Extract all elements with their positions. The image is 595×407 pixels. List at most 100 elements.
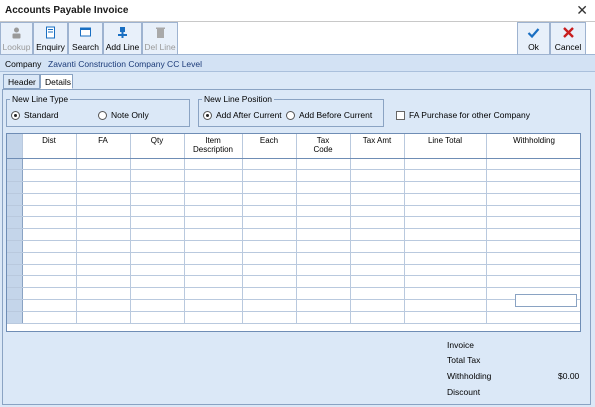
table-cell[interactable] — [130, 252, 185, 265]
table-row[interactable] — [7, 169, 580, 183]
table-cell[interactable] — [184, 216, 243, 230]
table-cell[interactable] — [130, 275, 185, 289]
table-cell[interactable] — [76, 252, 131, 265]
table-cell[interactable] — [130, 205, 185, 218]
fa-purchase-checkbox[interactable]: FA Purchase for other Company — [396, 110, 530, 120]
table-cell[interactable] — [242, 275, 297, 289]
table-cell[interactable] — [296, 287, 351, 301]
table-cell[interactable] — [242, 240, 297, 253]
table-cell[interactable] — [184, 169, 243, 183]
radio-note-only[interactable]: Note Only — [98, 110, 149, 120]
table-cell[interactable] — [404, 228, 487, 242]
table-cell[interactable] — [350, 193, 405, 206]
table-cell[interactable] — [76, 181, 131, 194]
del-line-button[interactable]: Del Line — [142, 22, 178, 55]
table-cell[interactable] — [130, 158, 185, 171]
table-cell[interactable] — [130, 287, 185, 301]
tab-details[interactable]: Details — [40, 74, 73, 89]
row-selector[interactable] — [7, 252, 23, 265]
table-cell[interactable] — [486, 228, 580, 242]
radio-standard[interactable]: Standard — [11, 110, 59, 120]
column-header[interactable]: Item Description — [184, 134, 243, 159]
table-cell[interactable] — [350, 311, 405, 324]
table-cell[interactable] — [22, 228, 77, 242]
table-cell[interactable] — [486, 205, 580, 218]
table-cell[interactable] — [76, 275, 131, 289]
table-cell[interactable] — [184, 311, 243, 324]
table-row[interactable] — [7, 287, 580, 301]
table-row[interactable] — [7, 311, 580, 324]
column-header[interactable]: Tax Amt — [350, 134, 405, 159]
table-cell[interactable] — [350, 216, 405, 230]
table-cell[interactable] — [350, 275, 405, 289]
column-header[interactable]: Line Total — [404, 134, 487, 159]
search-button[interactable]: Search — [68, 22, 103, 55]
table-cell[interactable] — [22, 264, 77, 277]
table-row[interactable] — [7, 205, 580, 218]
table-cell[interactable] — [184, 287, 243, 301]
table-cell[interactable] — [22, 311, 77, 324]
table-cell[interactable] — [130, 299, 185, 312]
table-cell[interactable] — [22, 240, 77, 253]
table-cell[interactable] — [486, 240, 580, 253]
table-cell[interactable] — [130, 169, 185, 183]
table-cell[interactable] — [404, 311, 487, 324]
row-selector[interactable] — [7, 181, 23, 194]
table-cell[interactable] — [486, 264, 580, 277]
table-cell[interactable] — [404, 169, 487, 183]
table-cell[interactable] — [184, 181, 243, 194]
table-cell[interactable] — [22, 193, 77, 206]
table-cell[interactable] — [350, 240, 405, 253]
table-cell[interactable] — [130, 216, 185, 230]
table-cell[interactable] — [296, 275, 351, 289]
table-cell[interactable] — [242, 181, 297, 194]
table-cell[interactable] — [486, 216, 580, 230]
row-selector[interactable] — [7, 287, 23, 301]
table-row[interactable] — [7, 252, 580, 265]
add-line-button[interactable]: Add Line — [103, 22, 142, 55]
table-cell[interactable] — [350, 252, 405, 265]
table-cell[interactable] — [130, 193, 185, 206]
table-cell[interactable] — [130, 240, 185, 253]
table-cell[interactable] — [242, 228, 297, 242]
column-header[interactable]: Withholding — [486, 134, 580, 159]
table-cell[interactable] — [22, 205, 77, 218]
table-cell[interactable] — [486, 169, 580, 183]
table-cell[interactable] — [76, 287, 131, 301]
table-cell[interactable] — [76, 299, 131, 312]
table-cell[interactable] — [242, 264, 297, 277]
table-cell[interactable] — [76, 158, 131, 171]
table-cell[interactable] — [296, 193, 351, 206]
table-cell[interactable] — [76, 311, 131, 324]
table-cell[interactable] — [296, 169, 351, 183]
table-cell[interactable] — [296, 158, 351, 171]
row-selector[interactable] — [7, 228, 23, 242]
row-selector[interactable] — [7, 299, 23, 312]
column-header[interactable]: FA — [76, 134, 131, 159]
table-cell[interactable] — [76, 216, 131, 230]
column-header[interactable]: Dist — [22, 134, 77, 159]
row-selector[interactable] — [7, 216, 23, 230]
table-cell[interactable] — [184, 252, 243, 265]
table-cell[interactable] — [242, 193, 297, 206]
table-cell[interactable] — [130, 311, 185, 324]
table-row[interactable] — [7, 193, 580, 206]
row-selector[interactable] — [7, 169, 23, 183]
column-header[interactable]: Tax Code — [296, 134, 351, 159]
table-cell[interactable] — [184, 158, 243, 171]
table-cell[interactable] — [22, 299, 77, 312]
table-row[interactable] — [7, 181, 580, 194]
table-cell[interactable] — [242, 205, 297, 218]
table-cell[interactable] — [296, 299, 351, 312]
table-cell[interactable] — [486, 252, 580, 265]
tab-header[interactable]: Header — [3, 74, 40, 89]
table-cell[interactable] — [296, 181, 351, 194]
table-cell[interactable] — [22, 275, 77, 289]
table-cell[interactable] — [486, 193, 580, 206]
table-cell[interactable] — [296, 252, 351, 265]
close-icon[interactable]: ✕ — [576, 2, 588, 18]
table-cell[interactable] — [76, 205, 131, 218]
table-cell[interactable] — [404, 252, 487, 265]
row-selector[interactable] — [7, 311, 23, 324]
table-cell[interactable] — [296, 240, 351, 253]
